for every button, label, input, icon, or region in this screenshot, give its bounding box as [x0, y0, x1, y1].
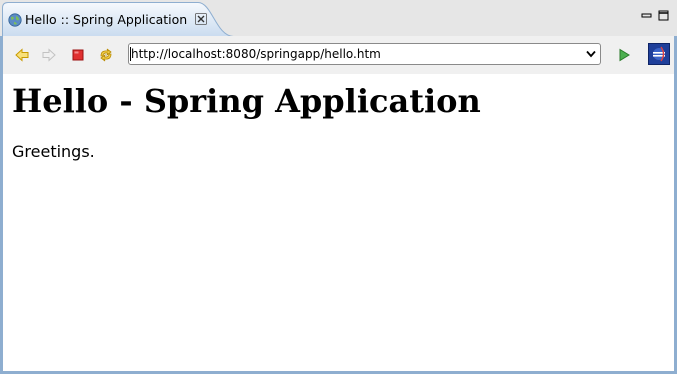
- tab-title: Hello :: Spring Application: [25, 12, 188, 27]
- tab-bar: Hello :: Spring Application: [0, 0, 677, 37]
- close-icon[interactable]: [195, 13, 207, 25]
- globe-icon: [8, 13, 22, 27]
- browser-frame: http://localhost:8080/springapp/hello.ht…: [0, 36, 677, 374]
- maximize-icon[interactable]: [658, 10, 669, 21]
- browser-window: Hello :: Spring Application http://local…: [0, 0, 677, 374]
- minimize-icon[interactable]: [641, 10, 652, 21]
- forward-arrow-icon[interactable]: [41, 47, 57, 63]
- chevron-down-icon[interactable]: [586, 50, 596, 58]
- page-heading: Hello - Spring Application: [12, 82, 481, 120]
- page-content: Hello - Spring Application Greetings.: [3, 74, 674, 371]
- url-text: http://localhost:8080/springapp/hello.ht…: [131, 47, 381, 61]
- eclipse-icon[interactable]: [648, 43, 670, 65]
- stop-icon[interactable]: [70, 47, 86, 63]
- browser-toolbar: http://localhost:8080/springapp/hello.ht…: [3, 36, 674, 74]
- tab-hello[interactable]: Hello :: Spring Application: [2, 2, 234, 37]
- refresh-icon[interactable]: [98, 47, 114, 63]
- back-arrow-icon[interactable]: [14, 47, 30, 63]
- url-input[interactable]: http://localhost:8080/springapp/hello.ht…: [128, 43, 601, 65]
- go-play-icon[interactable]: [616, 47, 632, 63]
- page-text: Greetings.: [12, 142, 95, 161]
